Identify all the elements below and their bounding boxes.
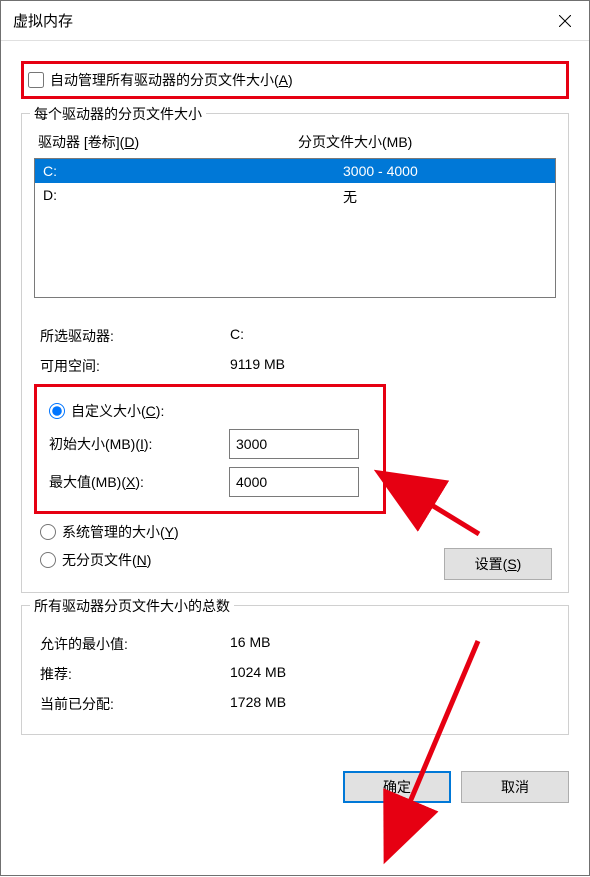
initial-size-input[interactable] bbox=[229, 429, 359, 459]
system-managed-label[interactable]: 系统管理的大小(Y) bbox=[62, 522, 179, 542]
totals-group-title: 所有驱动器分页文件大小的总数 bbox=[30, 596, 234, 616]
cur-label: 当前已分配: bbox=[40, 694, 230, 714]
max-size-label: 最大值(MB)(X): bbox=[49, 472, 229, 492]
custom-size-radio[interactable] bbox=[49, 403, 65, 419]
rec-label: 推荐: bbox=[40, 664, 230, 684]
window-title: 虚拟内存 bbox=[13, 10, 73, 31]
auto-manage-checkbox[interactable] bbox=[28, 72, 44, 88]
footer-buttons: 确定 取消 bbox=[1, 759, 589, 819]
drive-row[interactable]: C: 3000 - 4000 bbox=[35, 159, 555, 183]
cancel-button[interactable]: 取消 bbox=[461, 771, 569, 803]
per-drive-group: 每个驱动器的分页文件大小 驱动器 [卷标](D) 分页文件大小(MB) C: 3… bbox=[21, 113, 569, 593]
drive-list-header: 驱动器 [卷标](D) 分页文件大小(MB) bbox=[34, 132, 556, 152]
titlebar: 虚拟内存 bbox=[1, 1, 589, 41]
custom-size-highlight: 自定义大小(C): 初始大小(MB)(I): 最大值(MB)(X): bbox=[34, 384, 386, 514]
cur-value: 1728 MB bbox=[230, 694, 556, 714]
min-value: 16 MB bbox=[230, 634, 556, 654]
free-space-label: 可用空间: bbox=[40, 356, 230, 376]
auto-manage-label[interactable]: 自动管理所有驱动器的分页文件大小(A) bbox=[50, 70, 293, 90]
drive-row[interactable]: D: 无 bbox=[35, 183, 555, 211]
initial-size-label: 初始大小(MB)(I): bbox=[49, 434, 229, 454]
no-paging-label[interactable]: 无分页文件(N) bbox=[62, 550, 151, 570]
close-button[interactable] bbox=[541, 1, 589, 41]
rec-value: 1024 MB bbox=[230, 664, 556, 684]
auto-manage-highlight: 自动管理所有驱动器的分页文件大小(A) bbox=[21, 61, 569, 99]
selected-drive-label: 所选驱动器: bbox=[40, 326, 230, 346]
free-space-value: 9119 MB bbox=[230, 356, 556, 376]
set-button[interactable]: 设置(S) bbox=[444, 548, 552, 580]
selected-drive-value: C: bbox=[230, 326, 556, 346]
per-drive-group-title: 每个驱动器的分页文件大小 bbox=[30, 104, 206, 124]
close-icon bbox=[559, 15, 571, 27]
drive-list[interactable]: C: 3000 - 4000 D: 无 bbox=[34, 158, 556, 298]
totals-group: 所有驱动器分页文件大小的总数 允许的最小值: 16 MB 推荐: 1024 MB… bbox=[21, 605, 569, 735]
max-size-input[interactable] bbox=[229, 467, 359, 497]
no-paging-radio[interactable] bbox=[40, 552, 56, 568]
min-label: 允许的最小值: bbox=[40, 634, 230, 654]
custom-size-label[interactable]: 自定义大小(C): bbox=[71, 401, 164, 421]
ok-button[interactable]: 确定 bbox=[343, 771, 451, 803]
system-managed-radio[interactable] bbox=[40, 524, 56, 540]
